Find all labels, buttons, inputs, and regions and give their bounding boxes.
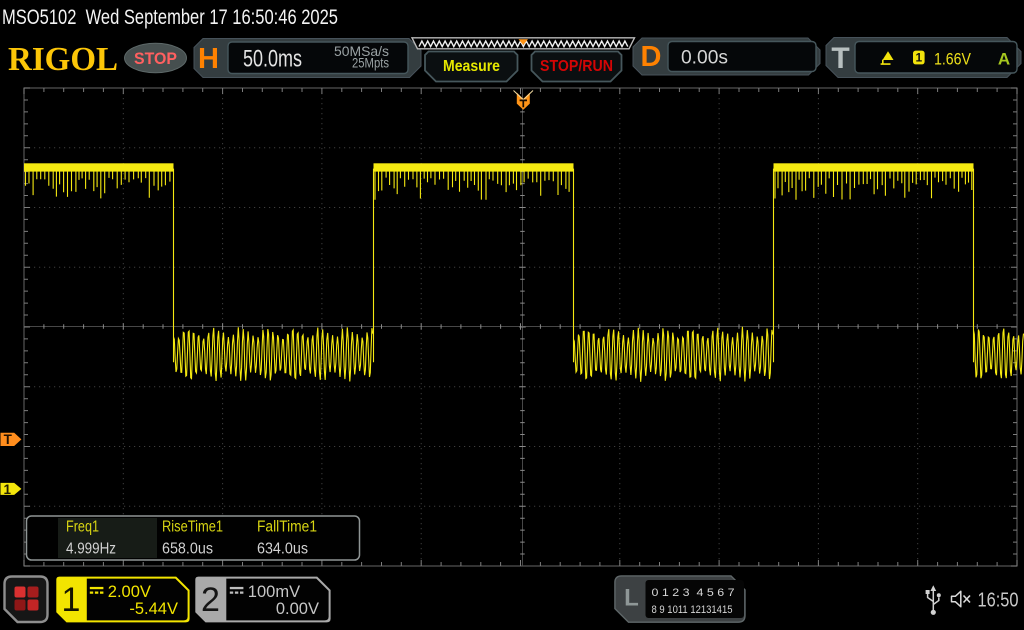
svg-text:25Mpts: 25Mpts <box>352 55 389 71</box>
svg-text:634.0us: 634.0us <box>257 541 308 558</box>
svg-text:2: 2 <box>201 581 220 619</box>
svg-text:0.00V: 0.00V <box>276 600 319 618</box>
svg-text:1: 1 <box>62 581 81 619</box>
svg-text:RiseTime1: RiseTime1 <box>162 519 223 536</box>
svg-text:658.0us: 658.0us <box>162 541 213 558</box>
svg-text:4.999Hz: 4.999Hz <box>66 541 116 558</box>
svg-text:0.00s: 0.00s <box>681 47 728 69</box>
svg-text:1.66V: 1.66V <box>934 49 972 68</box>
svg-text:100mV: 100mV <box>248 583 300 601</box>
svg-text:A: A <box>998 49 1010 68</box>
svg-text:L: L <box>624 585 639 612</box>
svg-text:RIGOL: RIGOL <box>8 41 118 78</box>
svg-text:H: H <box>198 43 219 75</box>
svg-text:T: T <box>831 42 849 75</box>
svg-text:FallTime1: FallTime1 <box>257 519 317 536</box>
svg-text:Measure: Measure <box>443 58 500 75</box>
svg-text:0 1 2 3 4 5 6 7: 0 1 2 3 4 5 6 7 <box>652 587 735 599</box>
svg-text:2.00V: 2.00V <box>108 583 151 601</box>
svg-text:Freq1: Freq1 <box>66 519 99 536</box>
svg-text:STOP/RUN: STOP/RUN <box>540 58 613 75</box>
svg-text:D: D <box>641 41 662 73</box>
svg-text:50.0ms: 50.0ms <box>243 46 302 73</box>
svg-text:8 9 1011 12131415: 8 9 1011 12131415 <box>652 604 733 616</box>
svg-text:STOP: STOP <box>134 49 177 68</box>
svg-text:16:50: 16:50 <box>978 590 1019 612</box>
svg-text:MSO5102 Wed September 17 16:5: MSO5102 Wed September 17 16:50:46 2025 <box>2 6 338 29</box>
svg-text:-5.44V: -5.44V <box>129 600 178 618</box>
svg-text:T: T <box>4 432 13 447</box>
svg-text:1: 1 <box>3 482 11 497</box>
svg-text:1: 1 <box>915 51 922 65</box>
